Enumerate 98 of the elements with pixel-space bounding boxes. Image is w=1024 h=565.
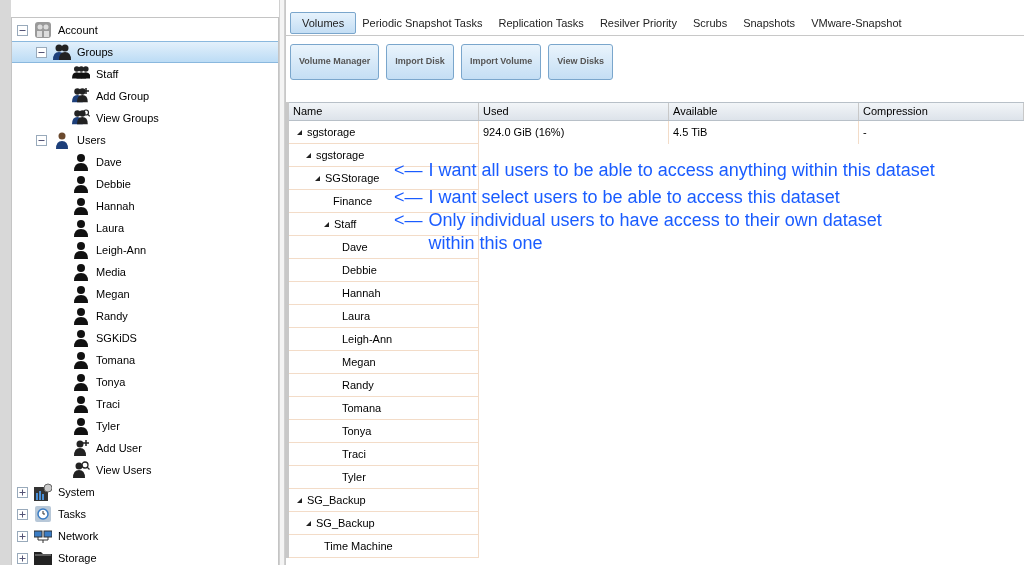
collapse-toggle[interactable] <box>36 134 47 146</box>
table-cell: Randy <box>289 374 479 397</box>
tab[interactable]: Snapshots <box>739 12 800 34</box>
collapse-toggle[interactable] <box>36 46 47 58</box>
tree-item[interactable]: Groups <box>12 41 278 63</box>
tree-item[interactable]: Tyler <box>12 415 278 437</box>
user-icon <box>72 241 90 259</box>
toolbar-button[interactable]: Volume Manager <box>290 44 380 80</box>
expanded-caret-icon[interactable] <box>306 152 311 158</box>
toolbar-button[interactable]: View Disks <box>548 44 614 80</box>
tree-item[interactable]: Staff <box>12 63 278 85</box>
annotation-text: Only individual users to have access to their own dataset within this one <box>428 209 883 255</box>
tree-item[interactable]: Media <box>12 261 278 283</box>
user-icon <box>72 351 90 369</box>
table-cell: Laura <box>289 305 479 328</box>
column-header[interactable]: Name <box>289 103 479 120</box>
user-icon <box>72 373 90 391</box>
user-icon <box>72 329 90 347</box>
user-icon <box>53 131 71 149</box>
tree-item[interactable]: Add Group <box>12 85 278 107</box>
user-icon <box>72 307 90 325</box>
user-icon <box>72 153 90 171</box>
user-icon <box>72 197 90 215</box>
column-header[interactable]: Available <box>669 103 859 120</box>
network-icon <box>34 527 52 545</box>
tree-item[interactable]: Debbie <box>12 173 278 195</box>
table-cell: SG_Backup <box>289 512 479 535</box>
clock-icon <box>34 505 52 523</box>
expanded-caret-icon[interactable] <box>324 221 329 227</box>
folder-icon <box>34 549 52 565</box>
table-cell-text: - <box>862 125 868 141</box>
tree-item[interactable]: Randy <box>12 305 278 327</box>
tree-item[interactable]: Storage <box>12 547 278 565</box>
user-icon <box>72 285 90 303</box>
tree-item[interactable]: Tasks <box>12 503 278 525</box>
table-cell: Traci <box>289 443 479 466</box>
table-cell: Leigh-Ann <box>289 328 479 351</box>
arrow-annotation: <— <box>394 209 423 232</box>
expanded-caret-icon[interactable] <box>297 497 302 503</box>
column-header[interactable]: Compression <box>859 103 1024 120</box>
tree-item[interactable]: SGKiDS <box>12 327 278 349</box>
user-icon <box>72 263 90 281</box>
search-user-icon <box>72 461 90 479</box>
tree-item[interactable]: Laura <box>12 217 278 239</box>
tree-item[interactable]: Add User <box>12 437 278 459</box>
table-cell: 924.0 GiB (16%) <box>479 121 669 144</box>
arrow-annotation: <— <box>394 186 423 209</box>
tree-item[interactable]: Users <box>12 129 278 151</box>
table-cell: SG_Backup <box>289 489 479 512</box>
tab[interactable]: VMware-Snapshot <box>807 12 906 34</box>
expanded-caret-icon[interactable] <box>297 129 302 135</box>
user-icon <box>72 219 90 237</box>
expand-toggle[interactable] <box>17 486 28 498</box>
table-cell: Tyler <box>289 466 479 489</box>
tab[interactable]: Periodic Snapshot Tasks <box>358 12 487 34</box>
toolbar-button[interactable]: Import Volume <box>460 44 542 80</box>
table-cell: Hannah <box>289 282 479 305</box>
column-header[interactable]: Used <box>479 103 669 120</box>
account-icon <box>34 21 52 39</box>
user-icon <box>72 395 90 413</box>
tree-item[interactable]: Tomana <box>12 349 278 371</box>
tab[interactable]: Resilver Priority <box>595 12 681 34</box>
tree-item[interactable]: Account <box>12 19 278 41</box>
tab[interactable]: Scrubs <box>688 12 732 34</box>
toolbar-button[interactable]: Import Disk <box>386 44 454 80</box>
user-icon <box>72 175 90 193</box>
tree-item[interactable]: Tonya <box>12 371 278 393</box>
annotation-text: I want select users to be able to access this dataset <box>428 186 840 209</box>
tree-item[interactable]: Hannah <box>12 195 278 217</box>
expanded-caret-icon[interactable] <box>315 175 320 181</box>
user-icon <box>72 417 90 435</box>
chart-icon <box>34 483 52 501</box>
table-cell: Time Machine <box>289 535 479 558</box>
expand-toggle[interactable] <box>17 552 28 564</box>
add-user-icon <box>72 439 90 457</box>
tree-item[interactable]: Dave <box>12 151 278 173</box>
tree-item[interactable]: System <box>12 481 278 503</box>
expanded-caret-icon[interactable] <box>306 520 311 526</box>
tab[interactable]: Replication Tasks <box>494 12 588 34</box>
tree-item[interactable]: Traci <box>12 393 278 415</box>
tree-item[interactable]: Network <box>12 525 278 547</box>
expand-toggle[interactable] <box>17 530 28 542</box>
expand-toggle[interactable] <box>17 508 28 520</box>
group-icon <box>53 43 71 61</box>
tree-item[interactable]: Leigh-Ann <box>12 239 278 261</box>
tab[interactable]: Volumes <box>290 12 357 34</box>
add-group-icon <box>72 87 90 105</box>
collapse-toggle[interactable] <box>17 24 28 36</box>
tree-item[interactable]: View Groups <box>12 107 278 129</box>
table-cell: 4.5 TiB <box>669 121 859 144</box>
table-cell: Tomana <box>289 397 479 420</box>
tree-item[interactable]: View Users <box>12 459 278 481</box>
table-cell: Tonya <box>289 420 479 443</box>
tree-item[interactable]: Megan <box>12 283 278 305</box>
table-cell: sgstorage <box>289 121 479 144</box>
search-group-icon <box>72 109 90 127</box>
table-cell: Megan <box>289 351 479 374</box>
table-cell: Debbie <box>289 259 479 282</box>
